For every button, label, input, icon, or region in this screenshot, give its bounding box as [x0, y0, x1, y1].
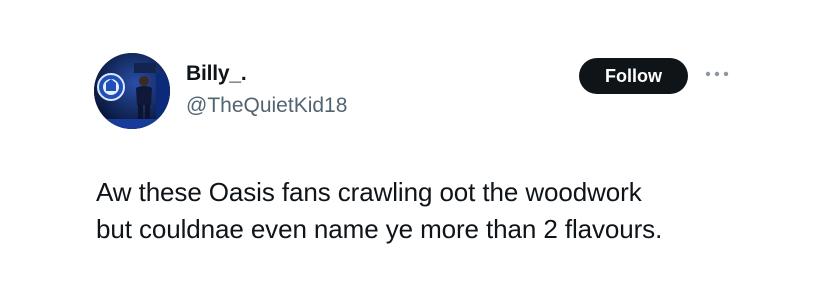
avatar[interactable]: [94, 53, 170, 129]
tweet-text-line: Aw these Oasis fans crawling oot the woo…: [96, 177, 642, 207]
tweet-text: Aw these Oasis fans crawling oot the woo…: [96, 174, 776, 248]
tweet-card: Billy_. @TheQuietKid18 Follow Aw these O…: [0, 0, 828, 289]
user-handle[interactable]: @TheQuietKid18: [186, 94, 347, 118]
avatar-image: [94, 53, 170, 129]
tweet-text-line: but couldnae even name ye more than 2 fl…: [96, 214, 663, 244]
more-horizontal-icon: [705, 71, 729, 77]
more-options-button[interactable]: [703, 64, 731, 84]
display-name[interactable]: Billy_.: [186, 62, 247, 86]
follow-button[interactable]: Follow: [579, 58, 688, 94]
